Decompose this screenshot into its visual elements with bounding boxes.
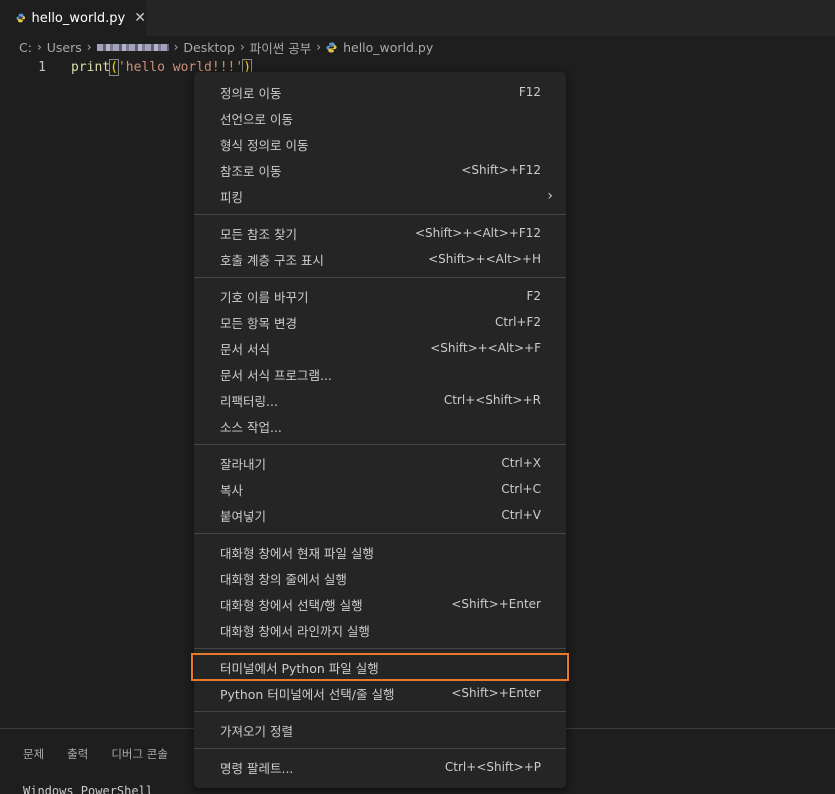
context-menu: 정의로 이동 F12 선언으로 이동형식 정의로 이동참조로 이동 <Shift>+F…	[191, 72, 569, 788]
chevron-right-icon: ›	[239, 40, 245, 54]
menu-item-shortcut: Ctrl+C	[501, 482, 541, 496]
menu-item-shortcut: Ctrl+<Shift>+P	[444, 760, 541, 774]
menu-item-shortcut: <Shift>+F12	[461, 163, 541, 177]
close-icon[interactable]: ✕	[134, 11, 146, 25]
menu-item-shortcut: <Shift>+Enter	[451, 597, 541, 611]
menu-item-label: 모든 참조 찾기	[220, 226, 297, 242]
token-function: print	[71, 60, 111, 75]
menu-item[interactable]: 모든 항목 변경 Ctrl+F2	[194, 309, 566, 335]
menu-item[interactable]: 문서 서식 프로그램...	[194, 361, 566, 387]
menu-item-shortcut: Ctrl+V	[501, 508, 541, 522]
menu-item-label: 기호 이름 바꾸기	[220, 289, 309, 305]
menu-item-label: 대화형 창에서 선택/행 실행	[220, 597, 363, 613]
menu-item-highlighted[interactable]: 터미널에서 Python 파일 실행	[191, 653, 569, 681]
menu-item-shortcut: <Shift>+<Alt>+F12	[414, 226, 541, 240]
breadcrumb-folder[interactable]: 파이썬 공부	[250, 38, 311, 57]
menu-separator	[194, 711, 566, 712]
menu-item-label: 가져오기 정렬	[220, 723, 293, 739]
token-paren-open: (	[109, 59, 119, 76]
breadcrumb: C: › Users › › Desktop › 파이썬 공부 › hello_…	[0, 36, 835, 58]
chevron-right-icon: ›	[86, 40, 92, 54]
menu-item-label: 리팩터링...	[220, 393, 278, 409]
breadcrumb-drive[interactable]: C:	[19, 40, 32, 55]
menu-item-label: 형식 정의로 이동	[220, 137, 309, 153]
chevron-right-icon: ›	[173, 40, 179, 54]
tab-bar: hello_world.py ✕	[0, 0, 835, 36]
chevron-right-icon: ›	[316, 40, 322, 54]
chevron-right-icon: ›	[36, 40, 42, 54]
menu-item[interactable]: 잘라내기 Ctrl+X	[194, 450, 566, 476]
menu-item-label: 선언으로 이동	[220, 111, 293, 127]
menu-item[interactable]: 대화형 창에서 현재 파일 실행	[194, 539, 566, 565]
menu-item[interactable]: 호출 계층 구조 표시 <Shift>+<Alt>+H	[194, 246, 566, 272]
menu-item[interactable]: Python 터미널에서 선택/줄 실행 <Shift>+Enter	[194, 680, 566, 706]
menu-item-shortcut: <Shift>+Enter	[451, 686, 541, 700]
menu-item[interactable]: 가져오기 정렬	[194, 717, 566, 743]
menu-item-label: 명령 팔레트...	[220, 760, 294, 776]
panel-tab-debug-console[interactable]: 디버그 콘솔	[111, 746, 168, 762]
menu-item-shortcut: <Shift>+<Alt>+H	[428, 252, 541, 266]
panel-tab-output[interactable]: 출력	[67, 746, 88, 762]
panel-tabs: 문제 출력 디버그 콘솔	[23, 746, 191, 762]
menu-item[interactable]: 모든 참조 찾기 <Shift>+<Alt>+F12	[194, 220, 566, 246]
menu-item-label: 피킹	[220, 189, 244, 205]
menu-item-label: 복사	[220, 482, 244, 498]
menu-item-label: Python 터미널에서 선택/줄 실행	[220, 686, 395, 702]
menu-item[interactable]: 명령 팔레트... Ctrl+<Shift>+P	[194, 754, 566, 780]
menu-item-label: 대화형 창에서 라인까지 실행	[220, 623, 370, 639]
menu-separator	[194, 214, 566, 215]
menu-item[interactable]: 붙여넣기 Ctrl+V	[194, 502, 566, 528]
menu-item-label: 터미널에서 Python 파일 실행	[220, 660, 379, 676]
tab-label: hello_world.py	[31, 10, 126, 26]
menu-item[interactable]: 정의로 이동 F12	[194, 79, 566, 105]
menu-item-label: 호출 계층 구조 표시	[220, 252, 324, 268]
menu-item[interactable]: 소스 작업...	[194, 413, 566, 439]
menu-item[interactable]: 기호 이름 바꾸기 F2	[194, 283, 566, 309]
menu-item-shortcut: Ctrl+X	[501, 456, 541, 470]
menu-item[interactable]: 대화형 창에서 선택/행 실행 <Shift>+Enter	[194, 591, 566, 617]
chevron-right-icon: ›	[547, 188, 553, 204]
menu-item[interactable]: 형식 정의로 이동	[194, 131, 566, 157]
menu-item[interactable]: 문서 서식 <Shift>+<Alt>+F	[194, 335, 566, 361]
menu-item-label: 대화형 창에서 현재 파일 실행	[220, 545, 374, 561]
menu-item-label: 대화형 창의 줄에서 실행	[220, 571, 347, 587]
terminal-output[interactable]: Windows PowerShell	[23, 784, 153, 794]
redacted-username	[96, 43, 169, 51]
panel-tab-problems[interactable]: 문제	[23, 746, 44, 762]
menu-item[interactable]: 참조로 이동 <Shift>+F12	[194, 157, 566, 183]
menu-item-label: 모든 항목 변경	[220, 315, 297, 331]
menu-separator	[194, 277, 566, 278]
menu-item-label: 소스 작업...	[220, 419, 282, 435]
menu-separator	[194, 748, 566, 749]
menu-item-shortcut: F2	[526, 289, 541, 303]
menu-separator	[194, 533, 566, 534]
menu-item-shortcut: F12	[518, 85, 541, 99]
menu-item-label: 참조로 이동	[220, 163, 282, 179]
breadcrumb-desktop[interactable]: Desktop	[183, 40, 235, 55]
menu-item[interactable]: 선언으로 이동	[194, 105, 566, 131]
menu-item[interactable]: 대화형 창의 줄에서 실행	[194, 565, 566, 591]
vscode-window: hello_world.py ✕ C: › Users › › Desktop …	[0, 0, 835, 794]
breadcrumb-file[interactable]: hello_world.py	[343, 40, 433, 55]
menu-item-shortcut: <Shift>+<Alt>+F	[430, 341, 541, 355]
menu-item[interactable]: 리팩터링... Ctrl+<Shift>+R	[194, 387, 566, 413]
menu-item-label: 잘라내기	[220, 456, 267, 472]
tab-hello-world[interactable]: hello_world.py ✕	[0, 0, 146, 36]
menu-item-label: 문서 서식	[220, 341, 270, 357]
python-file-icon	[326, 41, 337, 53]
menu-separator	[194, 444, 566, 445]
menu-item[interactable]: 피킹 ›	[194, 183, 566, 209]
line-number: 1	[38, 60, 46, 75]
menu-item-shortcut: Ctrl+<Shift>+R	[443, 393, 541, 407]
menu-item-label: 붙여넣기	[220, 508, 267, 524]
menu-item[interactable]: 복사 Ctrl+C	[194, 476, 566, 502]
breadcrumb-users[interactable]: Users	[47, 40, 82, 55]
python-file-icon	[16, 13, 26, 23]
menu-item-label: 정의로 이동	[220, 85, 282, 101]
menu-item[interactable]: 대화형 창에서 라인까지 실행	[194, 617, 566, 643]
menu-item-shortcut: Ctrl+F2	[495, 315, 541, 329]
menu-item-label: 문서 서식 프로그램...	[220, 367, 332, 383]
menu-separator	[194, 648, 566, 649]
